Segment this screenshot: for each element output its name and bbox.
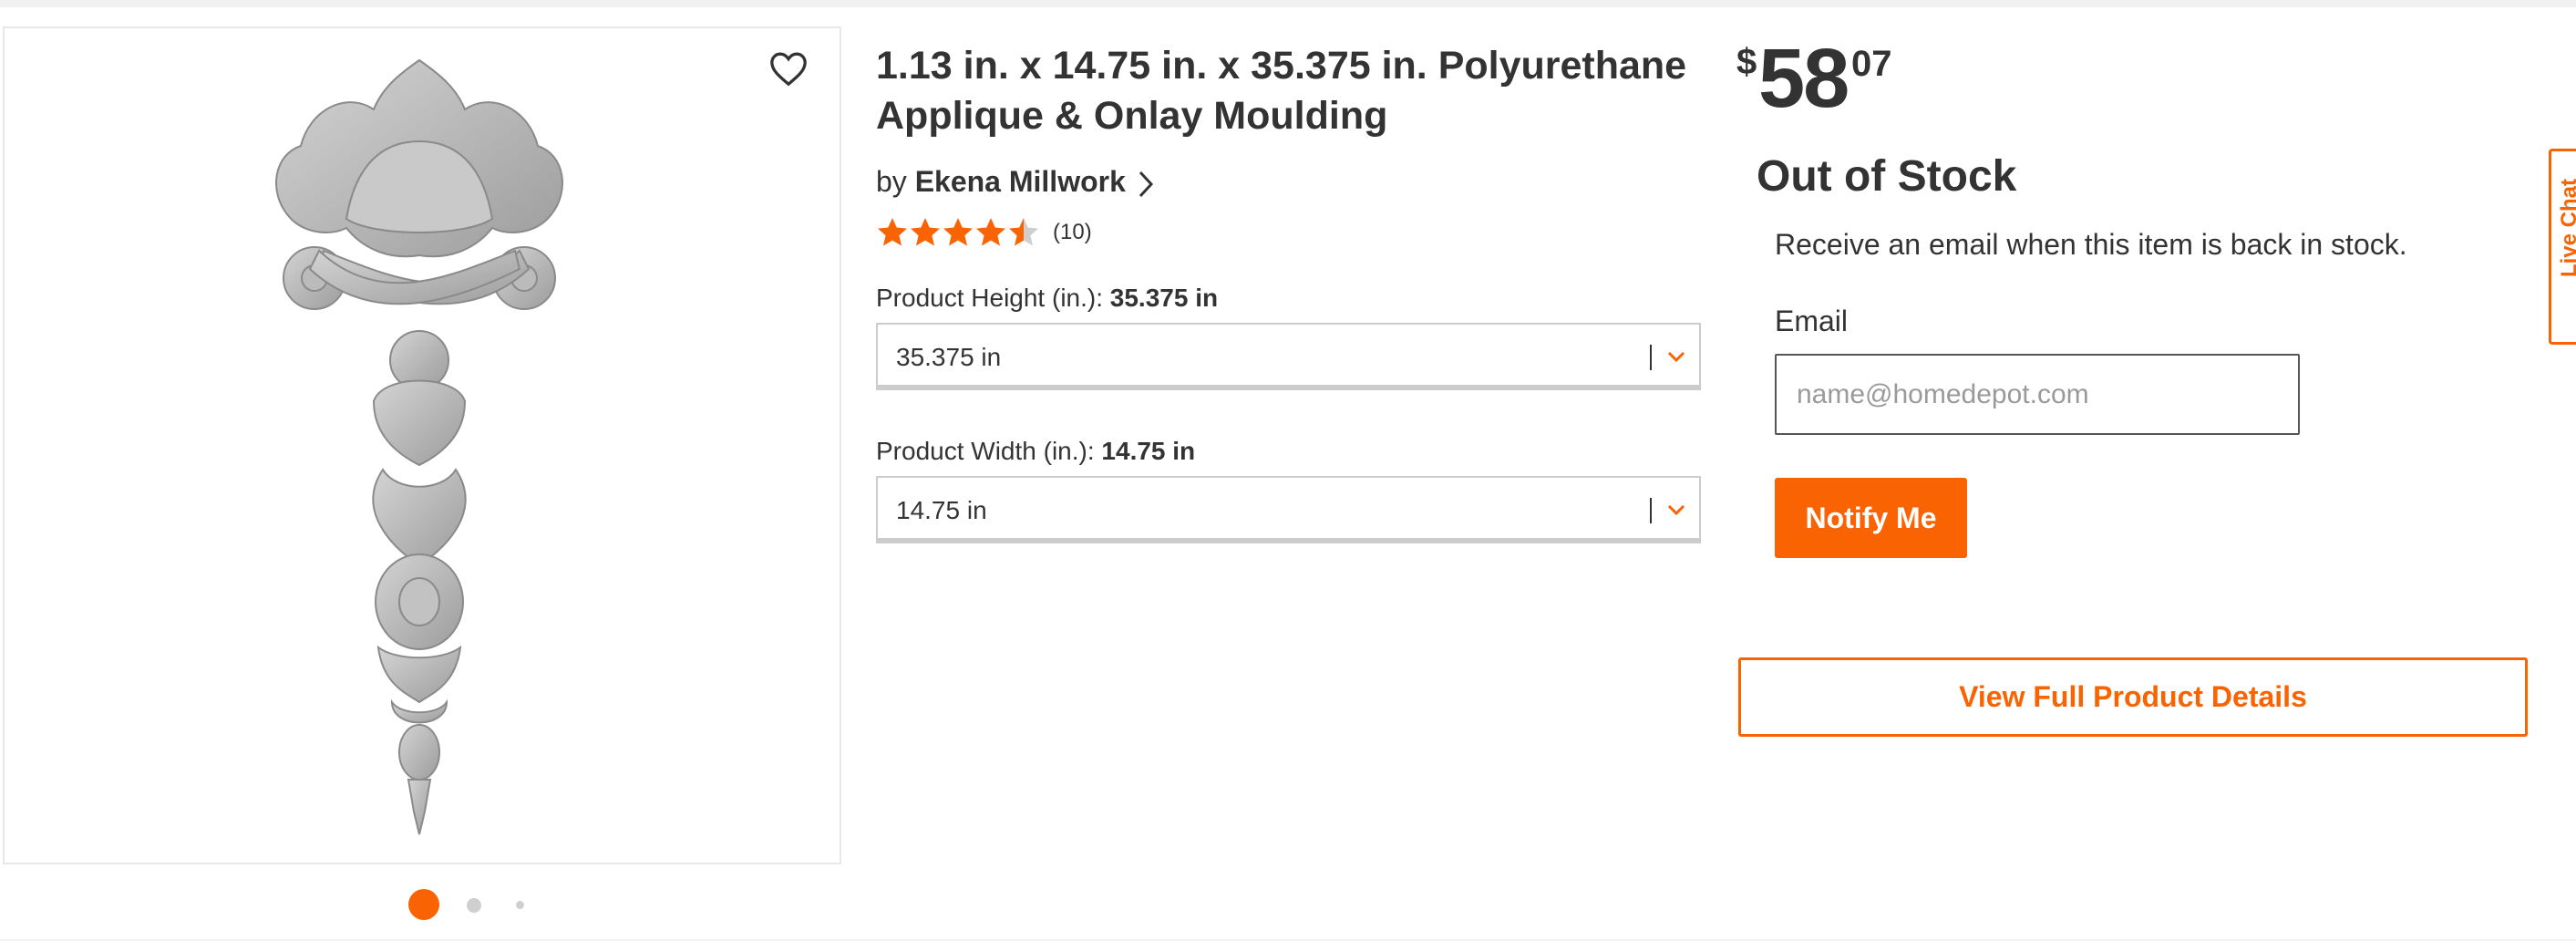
live-chat-label: Live Chat bbox=[2557, 179, 2576, 278]
star-rating bbox=[876, 216, 1040, 249]
height-label-text: Product Height (in.): bbox=[876, 284, 1103, 312]
chevron-down-icon bbox=[1667, 504, 1685, 516]
rating[interactable]: (10) bbox=[876, 214, 1092, 251]
brand-prefix: by bbox=[876, 165, 907, 198]
brand-link[interactable]: Ekena Millwork bbox=[915, 165, 1126, 198]
email-label: Email bbox=[1775, 305, 1849, 337]
width-select-value: 14.75 in bbox=[896, 496, 987, 524]
price-cents: 07 bbox=[1851, 44, 1892, 84]
heart-icon[interactable] bbox=[768, 50, 809, 87]
stock-status: Out of Stock bbox=[1757, 152, 2017, 201]
width-label: Product Width (in.): 14.75 in bbox=[876, 437, 1195, 466]
width-selected-text: 14.75 in bbox=[1101, 437, 1196, 465]
chevron-right-icon[interactable] bbox=[1138, 170, 1154, 199]
height-selected-text: 35.375 in bbox=[1109, 284, 1219, 312]
carousel-dot[interactable] bbox=[516, 901, 524, 909]
product-title: 1.13 in. x 14.75 in. x 35.375 in. Polyur… bbox=[876, 44, 1687, 138]
notify-me-button[interactable]: Notify Me bbox=[1775, 478, 1967, 558]
star-full-icon bbox=[878, 218, 907, 246]
select-divider bbox=[1650, 345, 1652, 370]
height-select-value: 35.375 in bbox=[896, 343, 1002, 371]
star-full-icon bbox=[911, 218, 940, 246]
width-label-text: Product Width (in.): bbox=[876, 437, 1095, 465]
price-currency: $ bbox=[1736, 42, 1757, 82]
star-full-icon bbox=[976, 218, 1005, 246]
height-select[interactable]: 35.375 in bbox=[876, 323, 1701, 390]
top-divider bbox=[0, 0, 2576, 7]
live-chat-tab[interactable]: Live Chat bbox=[2549, 149, 2576, 345]
email-field[interactable] bbox=[1775, 354, 2300, 435]
carousel-dot[interactable] bbox=[467, 898, 481, 913]
star-half-icon bbox=[1009, 218, 1038, 246]
image-carousel-dots bbox=[408, 889, 545, 920]
view-full-details-button[interactable]: View Full Product Details bbox=[1738, 657, 2528, 737]
chevron-down-icon bbox=[1667, 351, 1685, 363]
height-label: Product Height (in.): 35.375 in bbox=[876, 284, 1218, 313]
price-whole: 58 bbox=[1758, 32, 1850, 125]
width-select[interactable]: 14.75 in bbox=[876, 476, 1701, 543]
review-count[interactable]: (10) bbox=[1053, 220, 1092, 245]
select-divider bbox=[1650, 498, 1652, 523]
product-image bbox=[275, 58, 563, 835]
star-full-icon bbox=[943, 218, 973, 246]
stock-notify-message: Receive an email when this item is back … bbox=[1775, 228, 2407, 261]
brand-row: by Ekena Millwork bbox=[876, 162, 1154, 201]
carousel-dot-active[interactable] bbox=[408, 889, 439, 920]
